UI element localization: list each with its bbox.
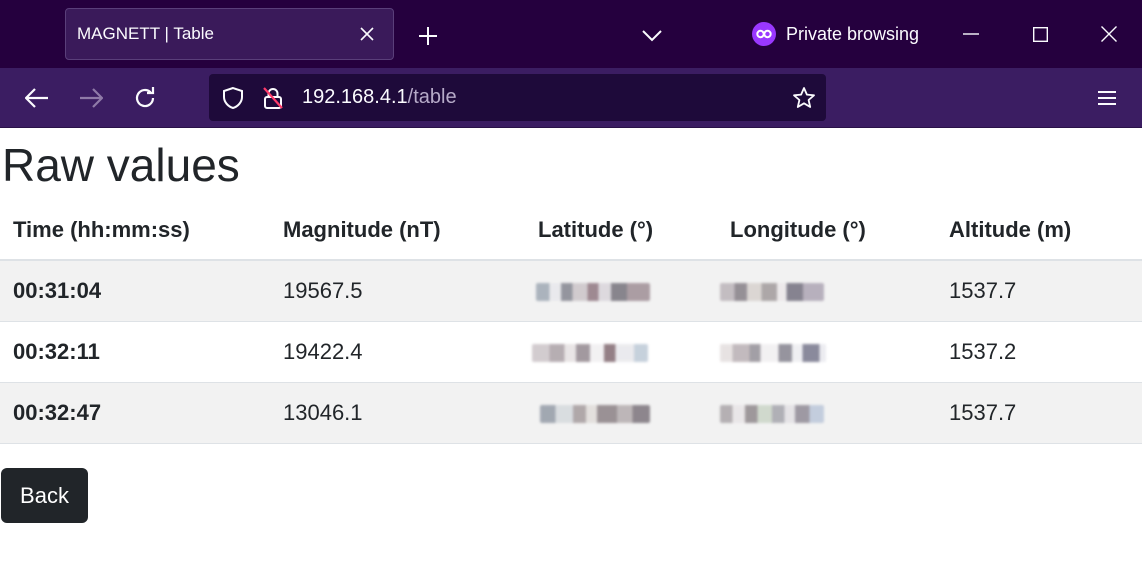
back-button[interactable]: Back (1, 468, 88, 523)
url-path: /table (407, 86, 457, 108)
cell-magnitude: 19567.5 (270, 260, 525, 322)
cell-time: 00:31:04 (0, 260, 270, 322)
column-header-time: Time (hh:mm:ss) (0, 200, 270, 261)
table-row: 00:32:47 13046.1 1537.7 (0, 382, 1142, 444)
redacted-value (532, 343, 648, 362)
table-row: 00:31:04 19567.5 1537.7 (0, 260, 1142, 322)
plus-icon[interactable] (414, 22, 442, 50)
page-content: Raw values Time (hh:mm:ss) Magnitude (nT… (0, 128, 1142, 568)
address-bar[interactable]: 192.168.4.1/table (209, 74, 826, 121)
table-header-row: Time (hh:mm:ss) Magnitude (nT) Latitude … (0, 200, 1142, 261)
cell-time: 00:32:11 (0, 321, 270, 383)
url-host: 192.168.4.1 (302, 86, 408, 108)
cell-longitude-redacted (717, 321, 936, 383)
cell-altitude: 1537.7 (936, 382, 1142, 444)
column-header-altitude: Altitude (m) (936, 200, 1142, 261)
navigation-toolbar: 192.168.4.1/table (0, 68, 1142, 128)
cell-time: 00:32:47 (0, 382, 270, 444)
raw-values-table: Time (hh:mm:ss) Magnitude (nT) Latitude … (0, 200, 1142, 444)
browser-tab[interactable]: MAGNETT | Table (65, 8, 394, 60)
column-header-longitude: Longitude (°) (717, 200, 936, 261)
chevron-down-icon[interactable] (638, 22, 666, 50)
private-mask-icon (752, 22, 776, 46)
arrow-left-icon[interactable] (23, 84, 51, 112)
redacted-value (540, 404, 650, 423)
page-title: Raw values (2, 139, 240, 191)
close-icon[interactable] (355, 22, 379, 46)
column-header-magnitude: Magnitude (nT) (270, 200, 525, 261)
shield-icon[interactable] (221, 86, 245, 110)
cell-latitude-redacted (525, 321, 717, 383)
cell-latitude-redacted (525, 382, 717, 444)
hamburger-menu-icon[interactable] (1093, 84, 1121, 112)
column-header-latitude: Latitude (°) (525, 200, 717, 261)
private-browsing-label: Private browsing (786, 23, 920, 44)
table-row: 00:32:11 19422.4 1537.2 (0, 321, 1142, 383)
cell-altitude: 1537.2 (936, 321, 1142, 383)
star-icon[interactable] (792, 86, 816, 110)
url-text[interactable]: 192.168.4.1/table (302, 86, 457, 109)
minimize-icon[interactable] (957, 20, 985, 48)
redacted-value (720, 343, 826, 362)
cell-latitude-redacted (525, 260, 717, 322)
close-icon[interactable] (1095, 20, 1123, 48)
redacted-value (536, 282, 650, 301)
redacted-value (720, 404, 824, 423)
insecure-lock-icon[interactable] (261, 86, 285, 110)
cell-altitude: 1537.7 (936, 260, 1142, 322)
cell-magnitude: 19422.4 (270, 321, 525, 383)
cell-magnitude: 13046.1 (270, 382, 525, 444)
redacted-value (720, 282, 824, 301)
tab-title: MAGNETT | Table (77, 24, 214, 43)
maximize-icon[interactable] (1026, 20, 1054, 48)
arrow-right-icon[interactable] (77, 84, 105, 112)
browser-titlebar: MAGNETT | Table Private browsing (0, 0, 1142, 68)
cell-longitude-redacted (717, 260, 936, 322)
reload-icon[interactable] (131, 84, 159, 112)
cell-longitude-redacted (717, 382, 936, 444)
private-browsing-indicator: Private browsing (752, 20, 919, 48)
